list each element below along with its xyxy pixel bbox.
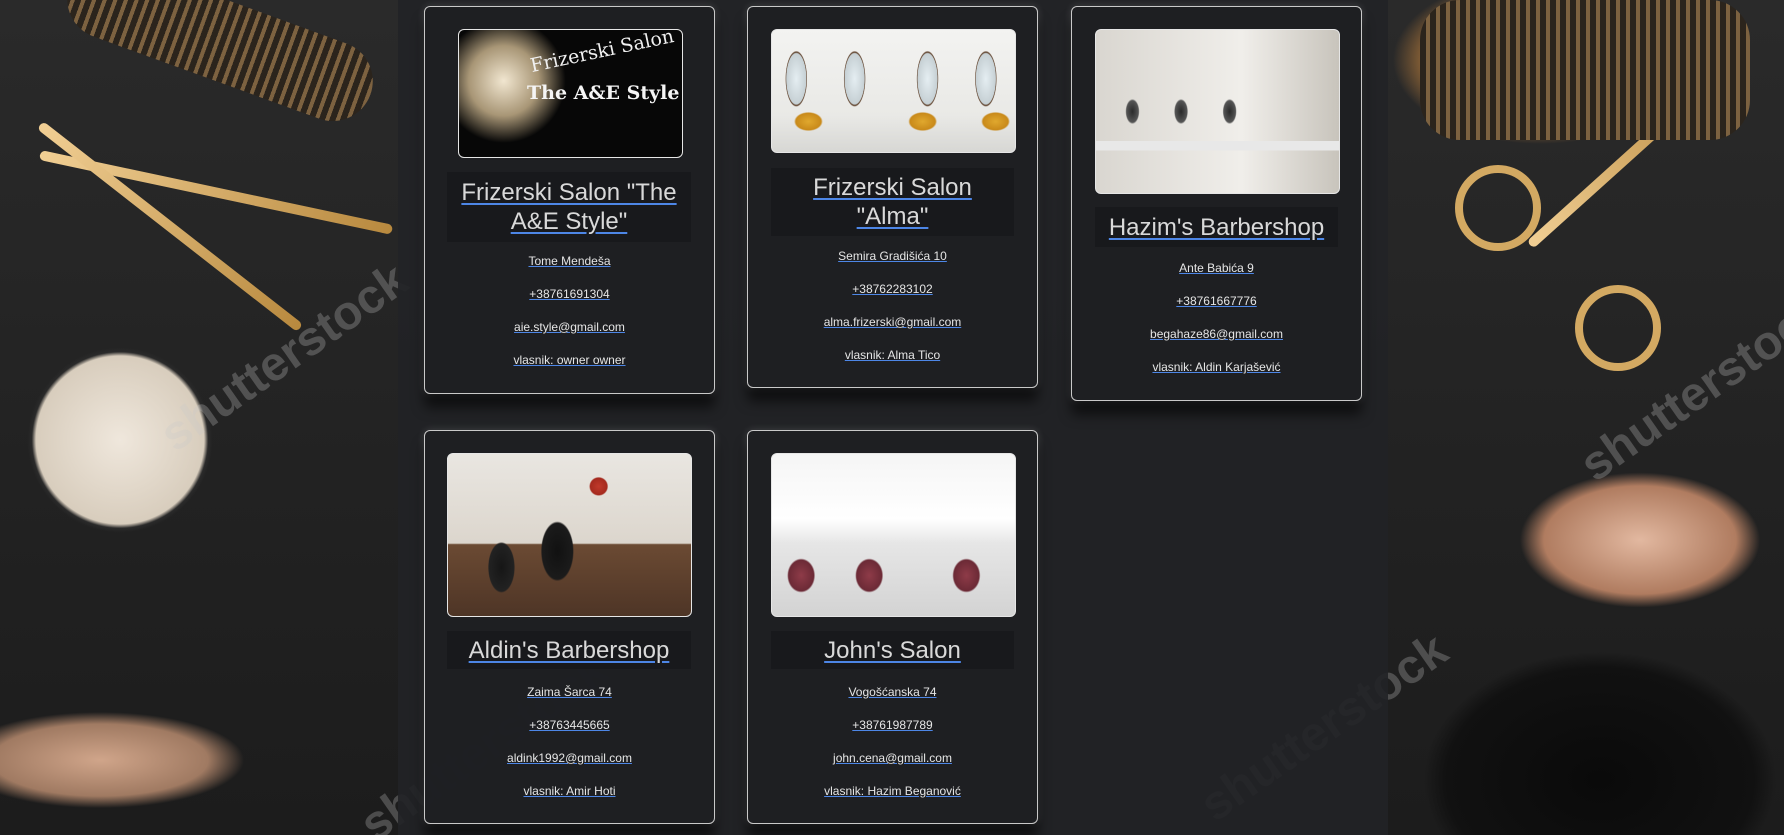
salon-email-link[interactable]: john.cena@gmail.com (748, 751, 1037, 765)
salon-title-box: Frizerski Salon "The A&E Style" (447, 172, 691, 242)
salon-photo (771, 453, 1016, 617)
salon-phone-link[interactable]: +38762283102 (748, 282, 1037, 296)
salon-email-link[interactable]: begahaze86@gmail.com (1072, 327, 1361, 341)
salon-title-box: Frizerski Salon "Alma" (771, 168, 1014, 236)
salon-address-link[interactable]: Ante Babića 9 (1072, 261, 1361, 275)
salon-photo (771, 29, 1016, 153)
salon-title-box: Aldin's Barbershop (447, 631, 691, 669)
salon-owner-link[interactable]: vlasnik: Hazim Beganović (748, 784, 1037, 798)
salon-title-box: Hazim's Barbershop (1095, 207, 1338, 247)
salon-phone-link[interactable]: +38761987789 (748, 718, 1037, 732)
salon-title-box: John's Salon (771, 631, 1014, 669)
salon-card: Hazim's Barbershop Ante Babića 9 +387616… (1071, 6, 1362, 401)
salon-card: Frizerski Salon "Alma" Semira Gradišića … (747, 6, 1038, 388)
salon-address-link[interactable]: Semira Gradišića 10 (748, 249, 1037, 263)
salon-email-link[interactable]: aldink1992@gmail.com (425, 751, 714, 765)
salon-owner-link[interactable]: vlasnik: Amir Hoti (425, 784, 714, 798)
salon-logo-image: Frizerski Salon The A&E Style (458, 29, 683, 158)
salon-phone-link[interactable]: +38761667776 (1072, 294, 1361, 308)
salon-photo (1095, 29, 1340, 194)
salon-owner-link[interactable]: vlasnik: Aldin Karjašević (1072, 360, 1361, 374)
salon-phone-link[interactable]: +38763445665 (425, 718, 714, 732)
scissors-ring-decoration (1455, 165, 1541, 251)
salon-name-link[interactable]: John's Salon (824, 636, 961, 665)
salon-phone-link[interactable]: +38761691304 (425, 287, 714, 301)
salon-card: Aldin's Barbershop Zaima Šarca 74 +38763… (424, 430, 715, 824)
salon-email-link[interactable]: aie.style@gmail.com (425, 320, 714, 334)
salon-owner-link[interactable]: vlasnik: Alma Tico (748, 348, 1037, 362)
salon-address-link[interactable]: Zaima Šarca 74 (425, 685, 714, 699)
salon-card: Frizerski Salon The A&E Style Frizerski … (424, 6, 715, 394)
salon-name-link[interactable]: Frizerski Salon "Alma" (793, 173, 993, 231)
salon-email-link[interactable]: alma.frizerski@gmail.com (748, 315, 1037, 329)
salon-owner-link[interactable]: vlasnik: owner owner (425, 353, 714, 367)
salon-photo (447, 453, 692, 617)
salon-address-link[interactable]: Vogošćanska 74 (748, 685, 1037, 699)
logo-text: The A&E Style (527, 82, 680, 104)
salon-card: John's Salon Vogošćanska 74 +38761987789… (747, 430, 1038, 824)
salon-name-link[interactable]: Frizerski Salon "The A&E Style" (447, 178, 691, 236)
salon-name-link[interactable]: Aldin's Barbershop (469, 636, 670, 665)
scissors-ring-decoration (1575, 285, 1661, 371)
salon-name-link[interactable]: Hazim's Barbershop (1109, 213, 1324, 242)
round-brush-decoration (1420, 0, 1750, 140)
salon-address-link[interactable]: Tome Mendeša (425, 254, 714, 268)
logo-text: Frizerski Salon (528, 29, 676, 77)
